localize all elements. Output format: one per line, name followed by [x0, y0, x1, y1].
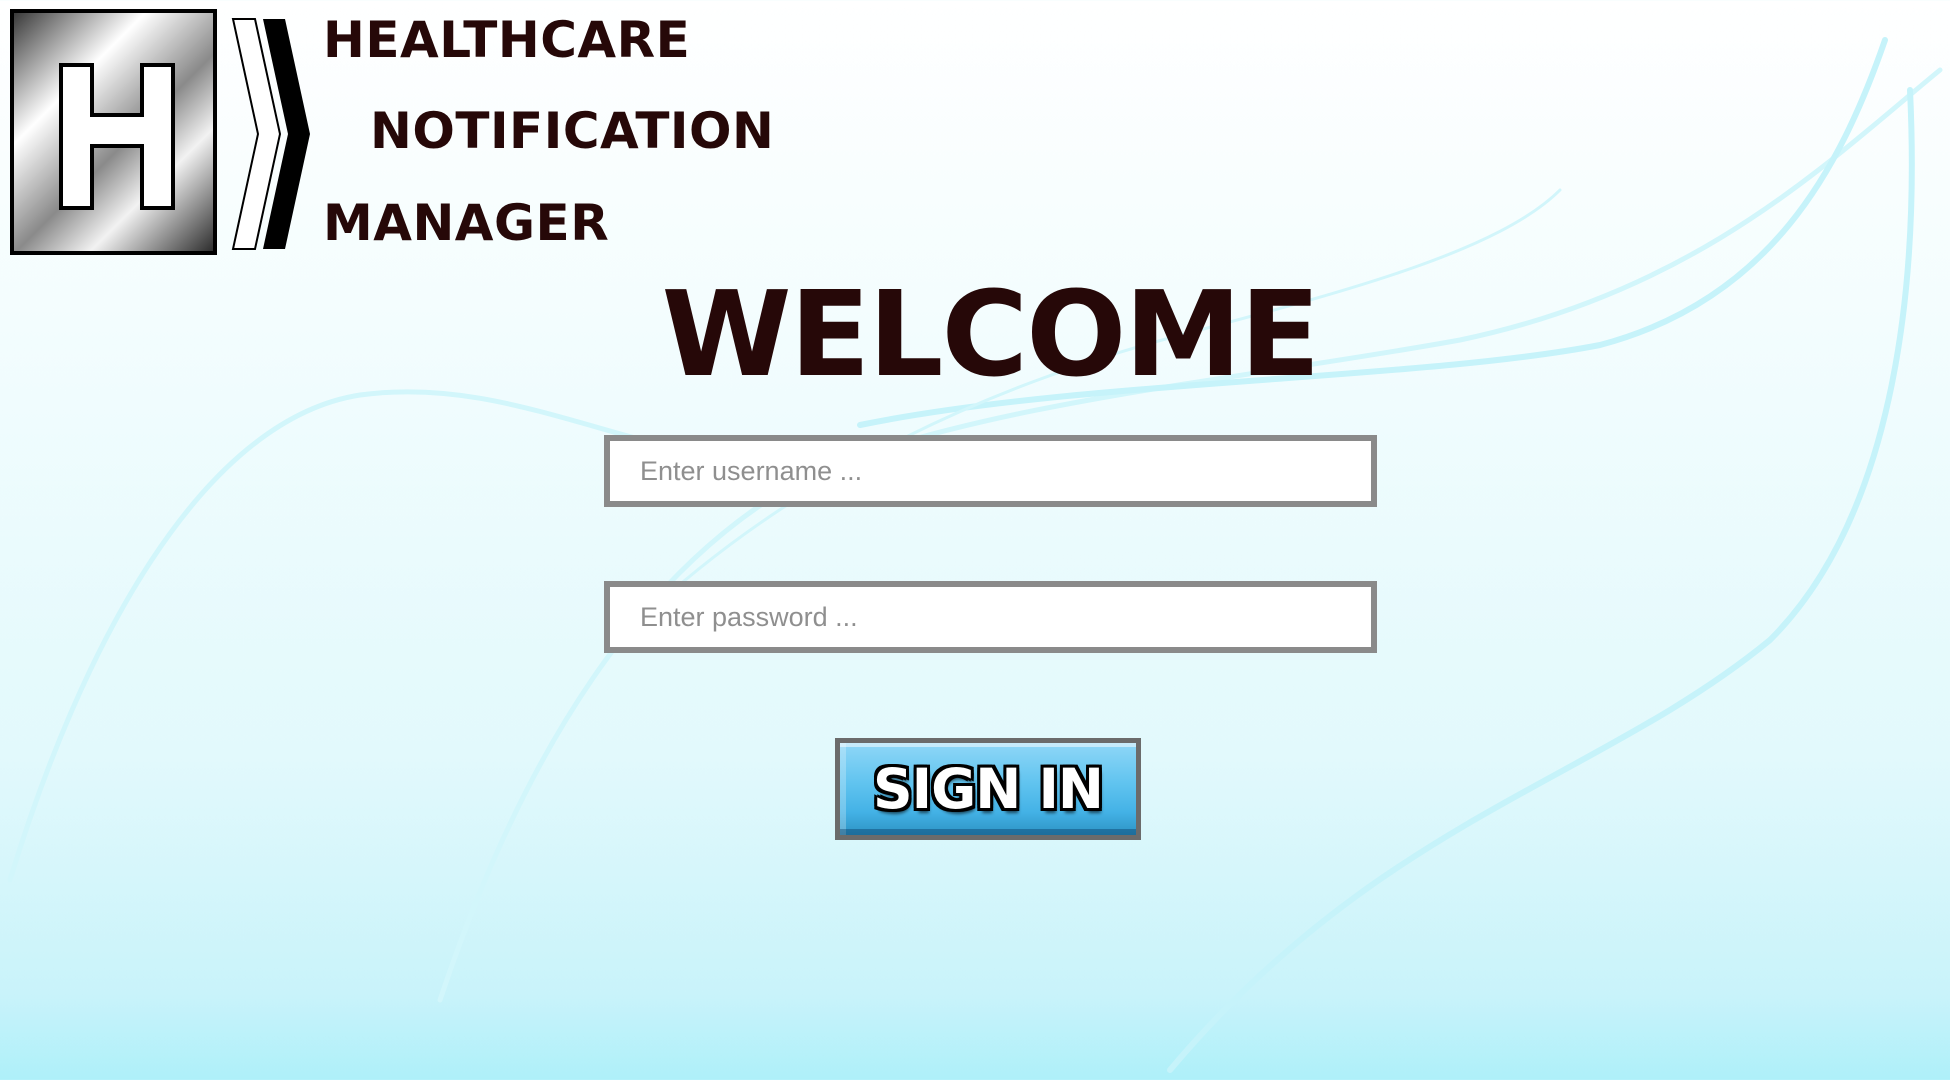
app-logo: [10, 9, 217, 255]
username-input[interactable]: [604, 435, 1377, 507]
hospital-h-icon: [59, 63, 175, 210]
brand-title-line-1: HEALTHCARE: [323, 11, 691, 69]
brand-title-line-2: NOTIFICATION: [370, 102, 775, 160]
sign-in-button[interactable]: SIGN IN: [835, 738, 1141, 840]
password-input[interactable]: [604, 581, 1377, 653]
brand-title-line-3: MANAGER: [323, 194, 610, 252]
chevron-arrows-icon: [231, 18, 310, 250]
welcome-heading: WELCOME: [661, 265, 1321, 403]
